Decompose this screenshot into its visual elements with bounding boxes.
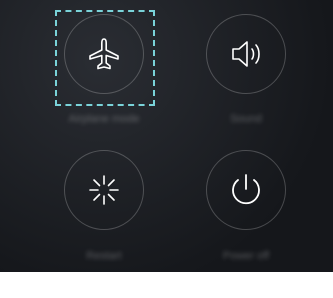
power-icon	[226, 170, 266, 210]
airplane-mode-button[interactable]	[64, 14, 144, 94]
airplane-mode-label: Airplane mode	[68, 113, 140, 125]
power-menu-screen: Airplane mode Sound Restart Power off	[0, 0, 333, 298]
speaker-icon	[226, 34, 266, 74]
sound-label: Sound	[230, 113, 262, 125]
power-off-label: Power off	[222, 250, 270, 262]
restart-label: Restart	[86, 250, 122, 262]
sound-button[interactable]	[206, 14, 286, 94]
power-off-button[interactable]	[206, 150, 286, 230]
airplane-icon	[84, 34, 124, 74]
restart-icon	[84, 170, 124, 210]
bottom-bar	[0, 272, 333, 298]
restart-button[interactable]	[64, 150, 144, 230]
